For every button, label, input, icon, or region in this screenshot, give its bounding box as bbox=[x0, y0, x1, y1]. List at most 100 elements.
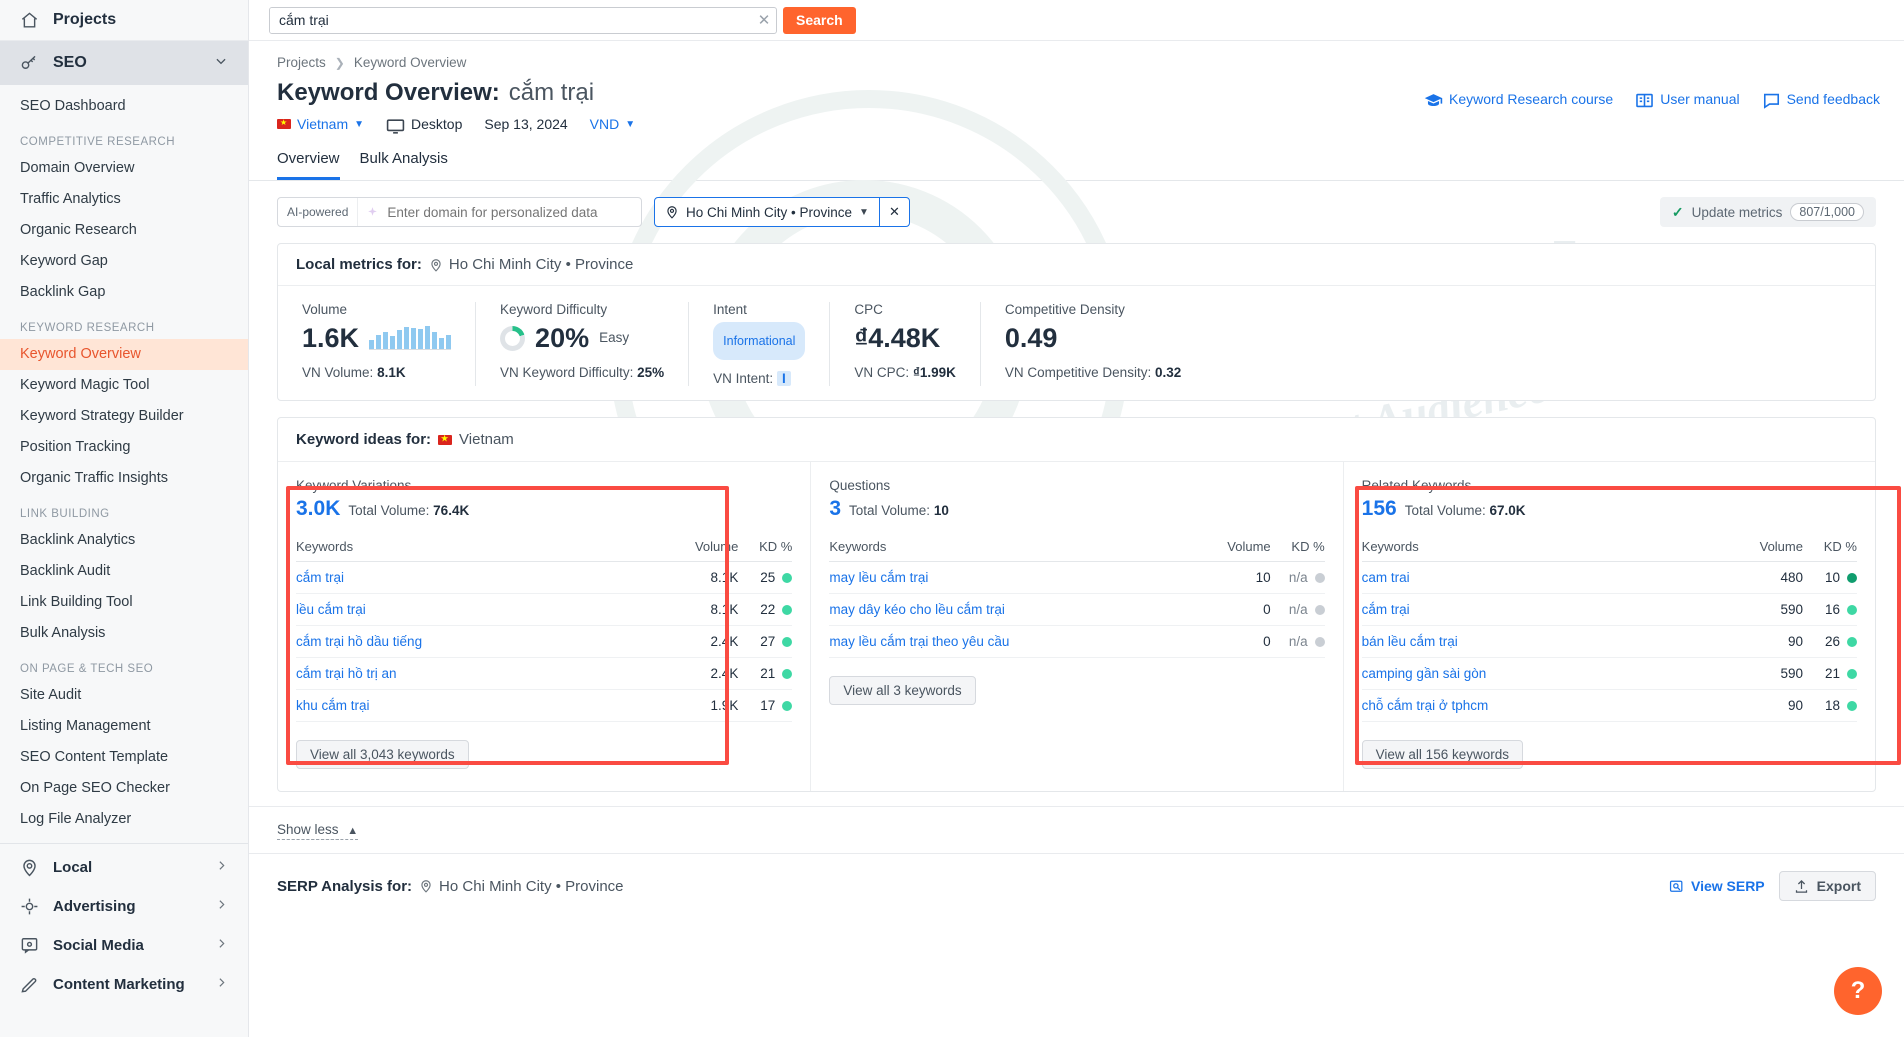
keyword-kd-cell: n/a bbox=[1270, 593, 1325, 626]
sidebar-item-position-tracking[interactable]: Position Tracking bbox=[0, 432, 248, 463]
table-row[interactable]: chỗ cắm trại ở tphcm 90 18 bbox=[1361, 689, 1857, 722]
table-row[interactable]: lều cắm trại 8.1K 22 bbox=[296, 593, 793, 626]
show-less-button[interactable]: Show less ▲ bbox=[277, 822, 359, 840]
metric-value: 20% bbox=[535, 323, 590, 353]
metric-sub-value: ₫1.99K bbox=[912, 365, 956, 380]
clear-search-icon[interactable]: ✕ bbox=[752, 8, 776, 33]
kd-dot-icon bbox=[782, 700, 793, 711]
location-filter-pill[interactable]: Ho Chi Minh City • Province ▼ ✕ bbox=[654, 197, 910, 227]
view-all-keywords-button[interactable]: View all 3 keywords bbox=[829, 676, 976, 705]
table-row[interactable]: bán lều cắm trại 90 26 bbox=[1361, 625, 1857, 658]
sidebar-item-keyword-gap[interactable]: Keyword Gap bbox=[0, 246, 248, 277]
keyword-link[interactable]: cắm trại hồ trị an bbox=[296, 657, 626, 690]
sidebar-item-organic-research[interactable]: Organic Research bbox=[0, 215, 248, 246]
keyword-link[interactable]: cắm trại hồ dầu tiếng bbox=[296, 625, 626, 658]
metric-sub-label: VN Intent: bbox=[713, 371, 774, 386]
keyword-link[interactable]: bán lều cắm trại bbox=[1361, 625, 1691, 658]
keyword-link[interactable]: chỗ cắm trại ở tphcm bbox=[1361, 689, 1691, 722]
table-row[interactable]: may lều cắm trại 10 n/a bbox=[829, 561, 1325, 594]
device-label: Desktop bbox=[411, 116, 463, 132]
sidebar-group-local[interactable]: Local bbox=[0, 848, 248, 887]
keyword-research-course-link[interactable]: Keyword Research course bbox=[1424, 91, 1613, 107]
sidebar-group-advertising[interactable]: Advertising bbox=[0, 887, 248, 926]
keyword-link[interactable]: may lều cắm trại theo yêu cầu bbox=[829, 625, 1185, 658]
country-selector[interactable]: Vietnam ▼ bbox=[277, 116, 364, 132]
view-all-keywords-button[interactable]: View all 3,043 keywords bbox=[296, 740, 469, 769]
table-row[interactable]: may dây kéo cho lều cắm trại 0 n/a bbox=[829, 593, 1325, 626]
sidebar-item-keyword-strategy-builder[interactable]: Keyword Strategy Builder bbox=[0, 401, 248, 432]
ideas-column-count: 3 bbox=[829, 497, 842, 520]
view-serp-button[interactable]: View SERP bbox=[1669, 878, 1765, 894]
user-manual-link[interactable]: User manual bbox=[1635, 91, 1740, 108]
keyword-link[interactable]: camping gần sài gòn bbox=[1361, 657, 1691, 690]
domain-input-wrapper[interactable]: AI-powered bbox=[277, 197, 642, 227]
sidebar-item-listing-management[interactable]: Listing Management bbox=[0, 711, 248, 742]
update-metrics-button[interactable]: ✓ Update metrics 807/1,000 bbox=[1659, 197, 1876, 227]
table-row[interactable]: may lều cắm trại theo yêu cầu 0 n/a bbox=[829, 625, 1325, 658]
sidebar-item-link-building-tool[interactable]: Link Building Tool bbox=[0, 587, 248, 618]
page-header: Projects ❯ Keyword Overview Keyword Over… bbox=[249, 41, 1904, 134]
sidebar-item-seo-content-template[interactable]: SEO Content Template bbox=[0, 742, 248, 773]
tab-overview[interactable]: Overview bbox=[277, 150, 340, 180]
ideas-column-questions: Questions 3 Total Volume: 10 Keywords Volume… bbox=[810, 462, 1342, 791]
export-button[interactable]: Export bbox=[1778, 871, 1876, 901]
currency-selector[interactable]: VND ▼ bbox=[590, 116, 635, 132]
table-row[interactable]: cắm trại hồ trị an 2.4K 21 bbox=[296, 657, 793, 690]
location-pin-icon bbox=[429, 258, 443, 272]
domain-input[interactable] bbox=[379, 204, 641, 220]
keyword-kd-cell: 25 bbox=[738, 561, 793, 594]
table-row[interactable]: khu cắm trại 1.9K 17 bbox=[296, 689, 793, 722]
sparkline-bar bbox=[439, 338, 445, 349]
keyword-link[interactable]: cắm trại bbox=[296, 561, 626, 594]
sidebar-item-keyword-overview[interactable]: Keyword Overview bbox=[0, 339, 248, 370]
remove-location-filter-icon[interactable]: ✕ bbox=[878, 198, 909, 226]
keyword-research-course-label: Keyword Research course bbox=[1449, 91, 1614, 107]
sidebar-item-seo[interactable]: SEO bbox=[0, 41, 248, 85]
sidebar-item-backlink-gap[interactable]: Backlink Gap bbox=[0, 277, 248, 308]
sidebar-item-bulk-analysis[interactable]: Bulk Analysis bbox=[0, 618, 248, 649]
keyword-link[interactable]: may dây kéo cho lều cắm trại bbox=[829, 593, 1185, 626]
search-button[interactable]: Search bbox=[783, 6, 856, 34]
table-row[interactable]: cắm trại 8.1K 25 bbox=[296, 561, 793, 594]
sidebar-group-content-marketing[interactable]: Content Marketing bbox=[0, 965, 248, 1004]
kd-dot-icon bbox=[782, 636, 793, 647]
sidebar-item-on-page-seo-checker[interactable]: On Page SEO Checker bbox=[0, 773, 248, 804]
send-feedback-link[interactable]: Send feedback bbox=[1762, 91, 1880, 109]
local-metrics-label: Local metrics for: bbox=[296, 256, 422, 273]
location-filter-main[interactable]: Ho Chi Minh City • Province ▼ bbox=[655, 205, 879, 220]
keyword-kd-value: 26 bbox=[1824, 634, 1840, 649]
sidebar-item-organic-traffic-insights[interactable]: Organic Traffic Insights bbox=[0, 463, 248, 494]
keyword-link[interactable]: may lều cắm trại bbox=[829, 561, 1185, 594]
keyword-link[interactable]: cam trai bbox=[1361, 561, 1691, 594]
table-row[interactable]: camping gần sài gòn 590 21 bbox=[1361, 657, 1857, 690]
breadcrumb-keyword-overview[interactable]: Keyword Overview bbox=[354, 55, 467, 70]
metric-sub-value: 25% bbox=[637, 365, 665, 380]
keyword-link[interactable]: khu cắm trại bbox=[296, 689, 626, 722]
help-button[interactable]: ? bbox=[1834, 967, 1882, 1015]
search-input[interactable] bbox=[270, 7, 752, 33]
col-header-kd: KD % bbox=[738, 539, 793, 562]
table-row[interactable]: cắm trại hồ dầu tiếng 2.4K 27 bbox=[296, 625, 793, 658]
tab-bulk-analysis[interactable]: Bulk Analysis bbox=[360, 150, 448, 180]
sidebar-item-keyword-magic-tool[interactable]: Keyword Magic Tool bbox=[0, 370, 248, 401]
sidebar-item-projects[interactable]: Projects bbox=[0, 0, 248, 41]
keyword-link[interactable]: cắm trại bbox=[1361, 593, 1691, 626]
table-row[interactable]: cắm trại 590 16 bbox=[1361, 593, 1857, 626]
keyword-link[interactable]: lều cắm trại bbox=[296, 593, 626, 626]
filter-row: AI-powered Ho Chi Minh City • Province ▼… bbox=[249, 181, 1904, 227]
table-row[interactable]: cam trai 480 10 bbox=[1361, 561, 1857, 594]
keyword-kd-value: 21 bbox=[1824, 666, 1840, 681]
sidebar-group-social-media[interactable]: Social Media bbox=[0, 926, 248, 965]
sidebar-item-backlink-analytics[interactable]: Backlink Analytics bbox=[0, 525, 248, 556]
sidebar-item-domain-overview[interactable]: Domain Overview bbox=[0, 153, 248, 184]
sidebar-item-traffic-analytics[interactable]: Traffic Analytics bbox=[0, 184, 248, 215]
sidebar-item-seo-dashboard[interactable]: SEO Dashboard bbox=[0, 91, 248, 122]
breadcrumb-projects[interactable]: Projects bbox=[277, 55, 326, 70]
keyword-kd-cell: 16 bbox=[1802, 593, 1857, 626]
sidebar-item-site-audit[interactable]: Site Audit bbox=[0, 680, 248, 711]
search-field-wrapper[interactable]: ✕ bbox=[269, 6, 777, 34]
sidebar-item-backlink-audit[interactable]: Backlink Audit bbox=[0, 556, 248, 587]
kd-qualifier: Easy bbox=[599, 330, 630, 345]
view-all-keywords-button[interactable]: View all 156 keywords bbox=[1361, 740, 1523, 769]
sidebar-item-log-file-analyzer[interactable]: Log File Analyzer bbox=[0, 804, 248, 835]
